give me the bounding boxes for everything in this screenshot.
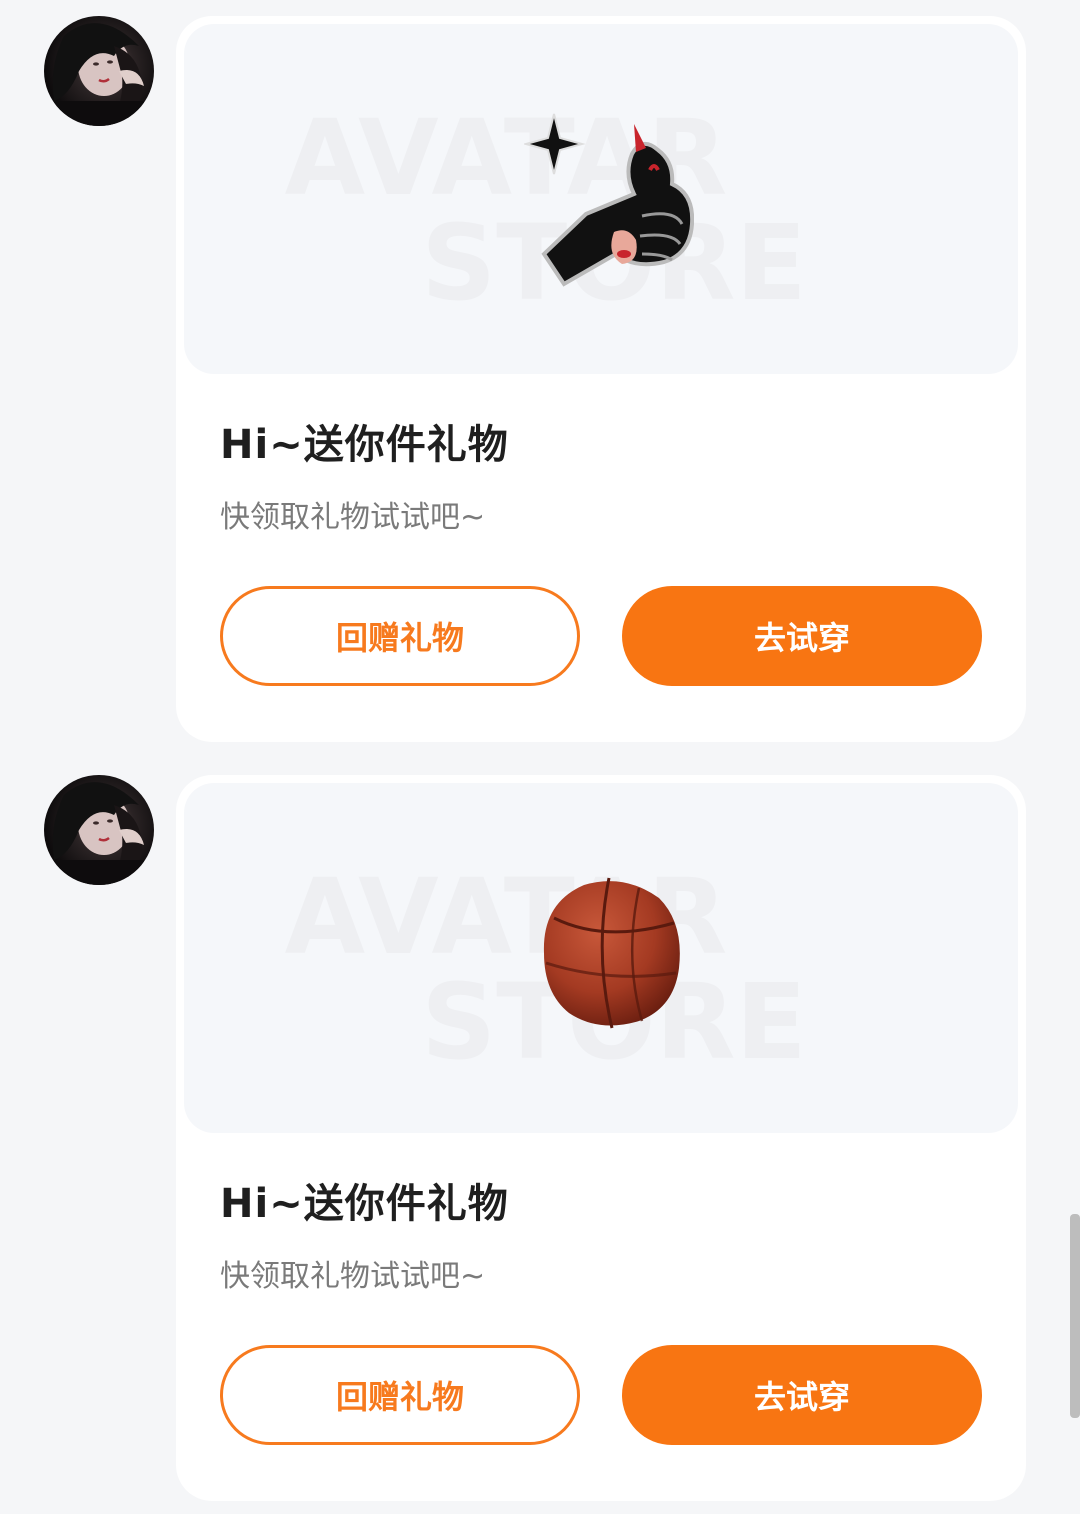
gift-card: AVATAR STORE Hi~送你件礼物 快领取礼物试试吧~ [176, 775, 1026, 1501]
gift-title: Hi~送你件礼物 [220, 1181, 509, 1227]
return-gift-button[interactable]: 回赠礼物 [220, 586, 580, 686]
sender-avatar[interactable] [44, 16, 154, 126]
return-gift-button[interactable]: 回赠礼物 [220, 1345, 580, 1445]
try-on-button[interactable]: 去试穿 [622, 586, 982, 686]
gift-card: AVATAR STORE Hi~送你件礼物 快领取礼物试试吧~ 回赠礼物 去试穿 [176, 16, 1026, 742]
sender-avatar[interactable] [44, 775, 154, 885]
gift-subtitle: 快领取礼物试试吧~ [220, 500, 486, 535]
basketball-icon [543, 877, 680, 1029]
gift-preview[interactable]: AVATAR STORE [184, 24, 1018, 374]
avatar-portrait-icon [52, 23, 144, 126]
try-on-button[interactable]: 去试穿 [622, 1345, 982, 1445]
avatar-portrait-icon [52, 782, 144, 885]
gift-subtitle: 快领取礼物试试吧~ [220, 1259, 486, 1294]
rock-hand-sticker-icon [524, 113, 694, 287]
scrollbar[interactable] [1070, 1214, 1080, 1418]
gift-preview[interactable]: AVATAR STORE [184, 783, 1018, 1133]
gift-title: Hi~送你件礼物 [220, 422, 509, 468]
